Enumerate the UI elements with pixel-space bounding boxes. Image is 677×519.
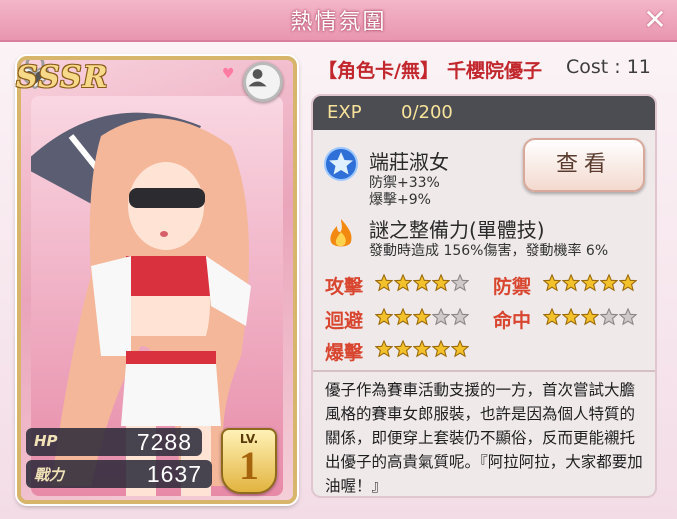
- card-type-tag: 【角色卡/無】: [318, 60, 439, 82]
- skill2-desc: 發動時造成 156%傷害，發動機率 6%: [369, 243, 609, 259]
- exp-bar: EXP 0/200: [313, 96, 655, 130]
- power-value: 1637: [146, 461, 202, 487]
- star-filled-icon: [413, 308, 431, 326]
- card-name-line: 【角色卡/無】 千櫻院優子: [318, 56, 542, 83]
- rating-label-attack: 攻擊: [325, 276, 364, 298]
- rating-stars-critical: [375, 340, 470, 360]
- level-value: 1: [239, 443, 259, 488]
- star-filled-icon: [581, 274, 599, 292]
- rating-label-defense: 防禦: [493, 276, 532, 298]
- exp-label: EXP: [327, 102, 362, 123]
- rating-label-evasion: 迴避: [325, 310, 364, 332]
- rating-stars-defense: [543, 274, 638, 294]
- rating-stars-attack: [375, 274, 470, 294]
- blue-star-badge-icon: [324, 147, 358, 181]
- star-filled-icon: [451, 340, 469, 358]
- star-filled-icon: [394, 308, 412, 326]
- star-filled-icon: [375, 340, 393, 358]
- description-box: 優子作為賽車活動支援的一方，首次嘗試大膽風格的賽車女郎服裝，也許是因為個人特質的…: [313, 370, 655, 498]
- star-empty-icon: [451, 274, 469, 292]
- star-empty-icon: [432, 308, 450, 326]
- star-filled-icon: [543, 274, 561, 292]
- close-button[interactable]: ✕: [641, 6, 669, 34]
- level-badge: LV. 1: [221, 428, 277, 494]
- rating-stars-accuracy: [543, 308, 638, 328]
- star-empty-icon: [600, 308, 618, 326]
- star-filled-icon: [375, 308, 393, 326]
- character-name: 千櫻院優子: [446, 60, 542, 82]
- star-filled-icon: [375, 274, 393, 292]
- skill1-name: 端莊淑女: [369, 150, 449, 174]
- star-filled-icon: [543, 308, 561, 326]
- star-filled-icon: [562, 308, 580, 326]
- rarity-label: SSSR: [16, 60, 109, 95]
- hp-strip: HP 7288: [26, 428, 202, 456]
- skill2-name: 謎之整備力(單體技): [369, 218, 545, 242]
- description-text: 優子作為賽車活動支援的一方，首次嘗試大膽風格的賽車女郎服裝，也許是因為個人特質的…: [325, 381, 643, 495]
- flame-icon: [330, 219, 352, 247]
- star-filled-icon: [394, 340, 412, 358]
- title-bar: 熱情氛圍 ✕: [0, 0, 677, 42]
- heart-icon: ♥: [222, 66, 235, 82]
- rating-stars-evasion: [375, 308, 470, 328]
- power-label: 戰力: [34, 466, 65, 484]
- cost-label: Cost : 11: [566, 56, 651, 78]
- star-empty-icon: [619, 308, 637, 326]
- exp-value: 0/200: [401, 102, 453, 123]
- star-filled-icon: [600, 274, 618, 292]
- star-filled-icon: [562, 274, 580, 292]
- hp-value: 7288: [136, 429, 192, 455]
- star-filled-icon: [581, 308, 599, 326]
- rating-label-accuracy: 命中: [493, 310, 532, 332]
- star-filled-icon: [619, 274, 637, 292]
- rating-label-critical: 爆擊: [325, 342, 364, 364]
- star-filled-icon: [413, 340, 431, 358]
- star-filled-icon: [432, 274, 450, 292]
- star-empty-icon: [451, 308, 469, 326]
- power-strip: 戰力 1637: [26, 460, 212, 488]
- star-filled-icon: [413, 274, 431, 292]
- window-title: 熱情氛圍: [290, 10, 387, 35]
- profile-icon-button[interactable]: [243, 62, 283, 102]
- person-icon: [248, 69, 267, 87]
- star-filled-icon: [432, 340, 450, 358]
- skill1-desc-line2: 爆擊+9%: [369, 192, 431, 208]
- hp-label: HP: [34, 432, 58, 450]
- star-filled-icon: [394, 274, 412, 292]
- view-button[interactable]: 查看: [523, 138, 645, 192]
- info-box: EXP 0/200 端莊淑女 防禦+33% 爆擊+9% 查看 謎之整備力(單體技…: [311, 94, 657, 498]
